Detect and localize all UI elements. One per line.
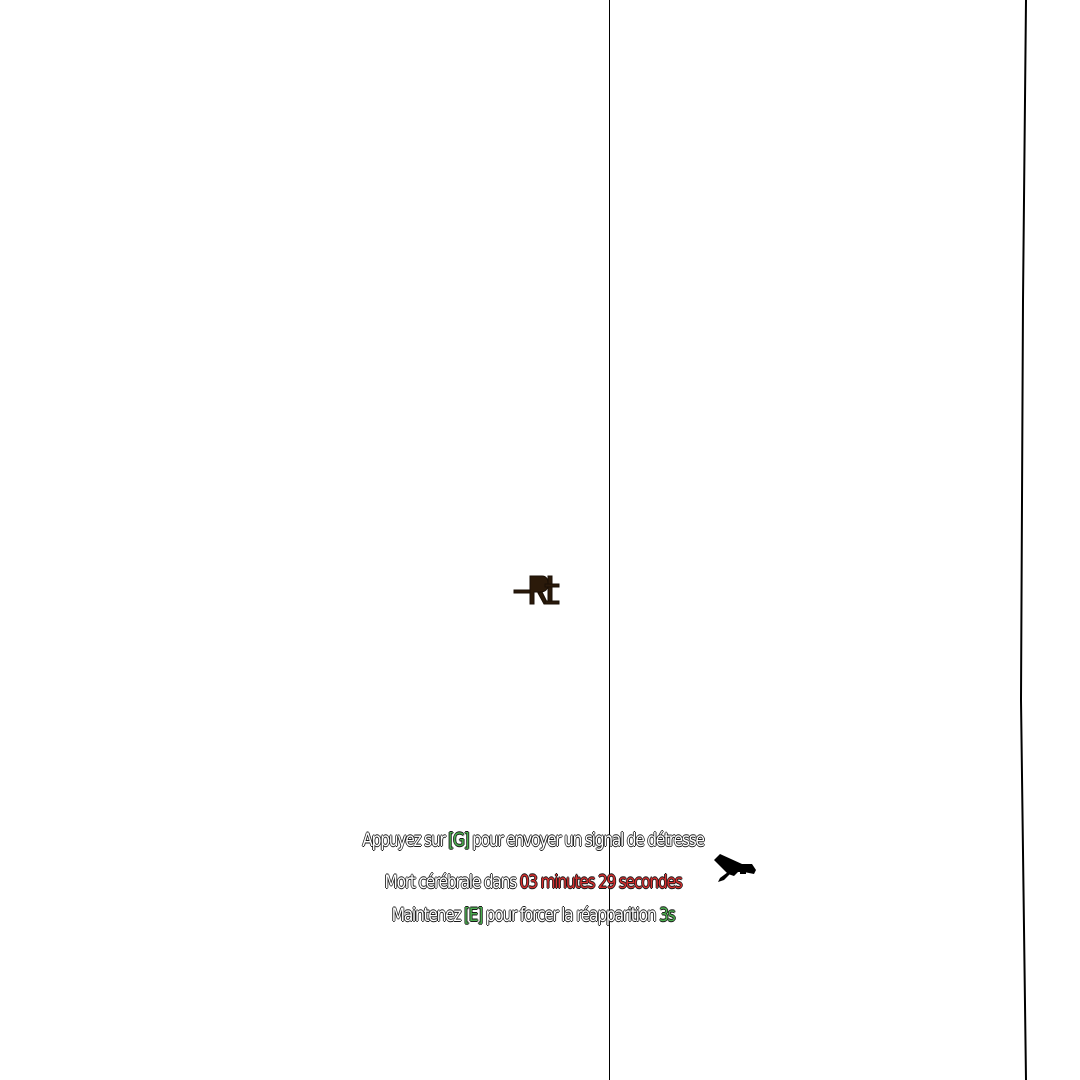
brain-death-label: Mort cérébrale dans: [384, 871, 520, 893]
distress-prompt-text-end: pour envoyer un signal de détresse: [468, 829, 705, 851]
downed-marker-icon: [513, 575, 560, 605]
respawn-prompt-text-middle: pour forcer la réapparition: [481, 904, 660, 926]
respawn-key-hint: [E]: [463, 904, 483, 926]
distress-signal-prompt: Appuyez sur [G] pour envoyer un signal d…: [96, 828, 970, 852]
game-screen: Appuyez sur [G] pour envoyer un signal d…: [0, 0, 1080, 1080]
respawn-hold-countdown: 3s: [659, 904, 676, 926]
brain-death-countdown: 03 minutes 29 secondes: [519, 871, 683, 893]
distress-key-hint: [G]: [448, 829, 470, 851]
force-respawn-prompt: Maintenez [E] pour forcer la réapparitio…: [96, 903, 970, 927]
vertical-edge-line: [1019, 0, 1027, 1080]
distress-prompt-text: Appuyez sur: [362, 829, 449, 851]
brain-death-timer: Mort cérébrale dans 03 minutes 29 second…: [96, 870, 970, 894]
respawn-prompt-text: Maintenez: [391, 904, 464, 926]
